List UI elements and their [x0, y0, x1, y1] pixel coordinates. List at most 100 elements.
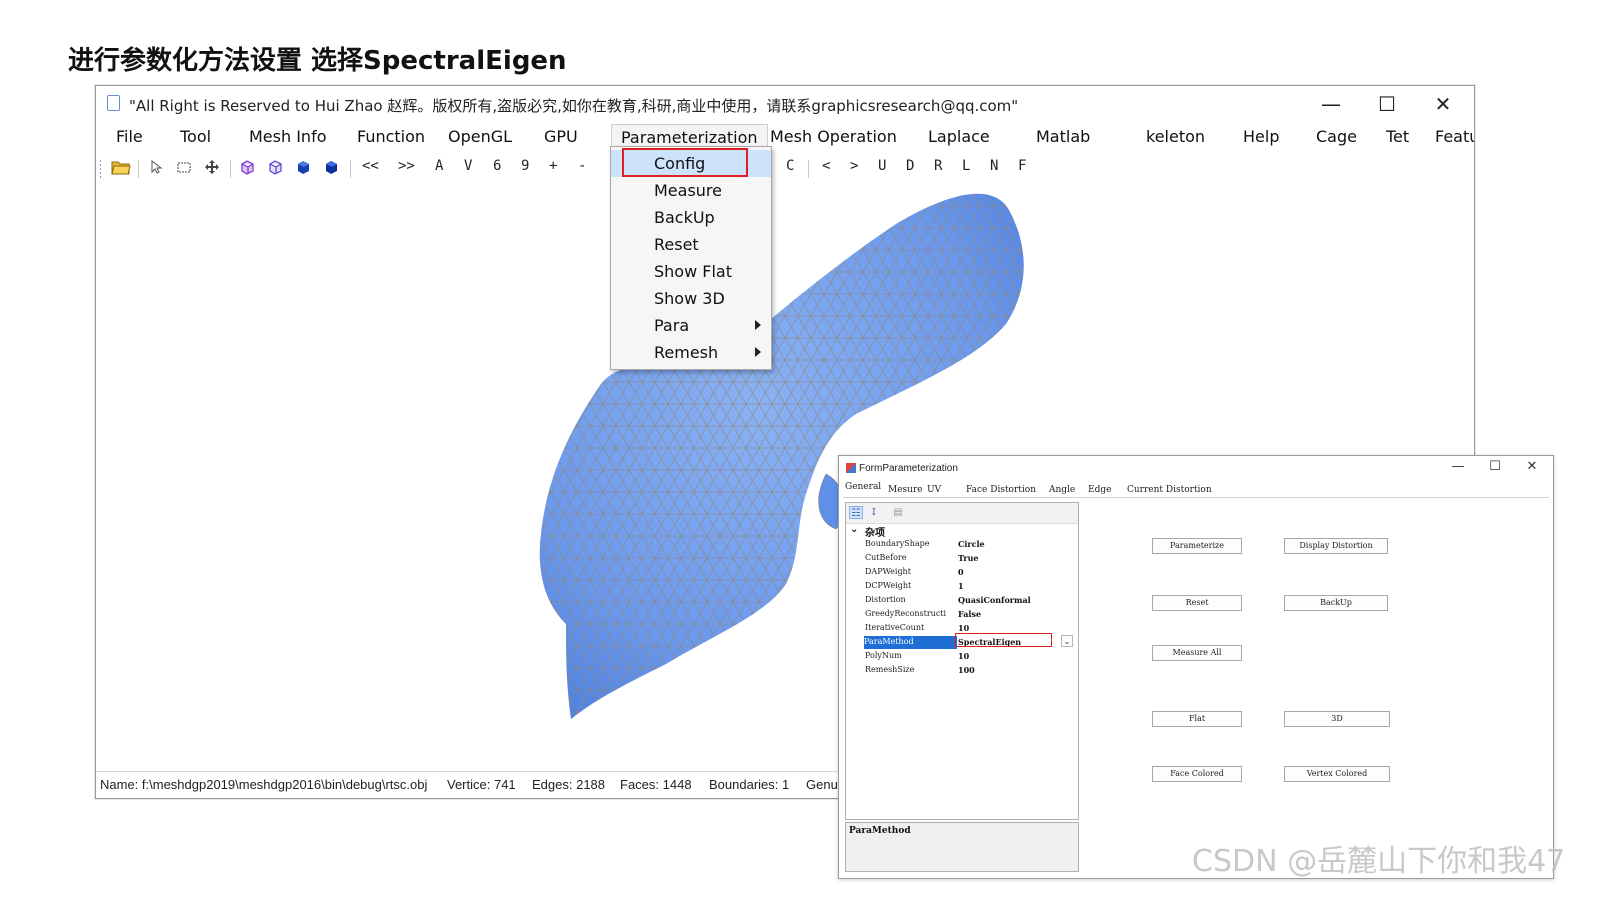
menu-help[interactable]: Help: [1243, 127, 1279, 146]
menu-item-show-flat[interactable]: Show Flat: [611, 258, 771, 285]
property-value[interactable]: False: [958, 609, 981, 619]
menu-item-reset[interactable]: Reset: [611, 231, 771, 258]
menu-function[interactable]: Function: [357, 127, 425, 146]
maximize-button[interactable]: ☐: [1364, 89, 1410, 119]
menu-mesh-operation[interactable]: Mesh Operation: [770, 127, 897, 146]
property-value[interactable]: 0: [958, 567, 964, 577]
property-value[interactable]: 1: [958, 581, 964, 591]
toolbar-v-button[interactable]: V: [464, 158, 472, 174]
toolbar-l-button[interactable]: L: [962, 158, 970, 174]
measure-all-button[interactable]: Measure All: [1152, 645, 1242, 661]
wire-cube-icon[interactable]: [267, 159, 283, 175]
menu-opengl[interactable]: OpenGL: [448, 127, 512, 146]
collapse-chevron-icon[interactable]: ⌄: [850, 524, 858, 535]
menu-item-measure[interactable]: Measure: [611, 177, 771, 204]
menu-gpu[interactable]: GPU: [544, 127, 578, 146]
property-value[interactable]: 10: [958, 623, 969, 633]
tab-current-distortion[interactable]: Current Distortion: [1127, 485, 1212, 495]
toolbar-gt-button[interactable]: >: [850, 158, 858, 174]
display-distortion-button[interactable]: Display Distortion: [1284, 538, 1388, 554]
property-row[interactable]: Distortion QuasiConformal: [846, 594, 1078, 608]
menu-file[interactable]: File: [116, 127, 143, 146]
tab-face-distortion[interactable]: Face Distortion: [966, 485, 1036, 495]
open-folder-icon[interactable]: [111, 159, 131, 175]
property-category[interactable]: ⌄ 杂项: [846, 524, 1078, 539]
menu-item-label: Remesh: [654, 343, 719, 362]
property-row[interactable]: PolyNum 10: [846, 650, 1078, 664]
menu-matlab[interactable]: Matlab: [1036, 127, 1090, 146]
tab-mesure[interactable]: Mesure: [888, 485, 923, 495]
menu-cage[interactable]: Cage: [1316, 127, 1357, 146]
prev-button[interactable]: <<: [362, 158, 379, 174]
chevron-down-icon[interactable]: ⌄: [1061, 635, 1073, 647]
toolbar-lt-button[interactable]: <: [822, 158, 830, 174]
solid-cube-icon[interactable]: [295, 159, 311, 175]
property-grid-toolbar: ☷ ↕ ▤: [846, 503, 1078, 524]
property-row[interactable]: DAPWeight 0: [846, 566, 1078, 580]
property-row[interactable]: BoundaryShape Circle: [846, 538, 1078, 552]
description-title: ParaMethod: [849, 826, 911, 836]
menu-tet[interactable]: Tet: [1386, 127, 1409, 146]
menu-item-backup[interactable]: BackUp: [611, 204, 771, 231]
property-row[interactable]: RemeshSize 100: [846, 664, 1078, 678]
property-row[interactable]: CutBefore True: [846, 552, 1078, 566]
toolbar-plus-button[interactable]: +: [549, 158, 557, 174]
property-value[interactable]: True: [958, 553, 979, 563]
rect-select-icon[interactable]: [176, 159, 192, 175]
menu-item-remesh[interactable]: Remesh: [611, 339, 771, 366]
flat-button[interactable]: Flat: [1152, 711, 1242, 727]
toolbar-f-button[interactable]: F: [1018, 158, 1026, 174]
property-row[interactable]: DCPWeight 1: [846, 580, 1078, 594]
next-button[interactable]: >>: [398, 158, 415, 174]
property-pages-icon[interactable]: ▤: [891, 506, 905, 519]
menu-item-label: Measure: [654, 181, 722, 200]
property-value[interactable]: 100: [958, 665, 975, 675]
parameterize-button[interactable]: Parameterize: [1152, 538, 1242, 554]
sort-alphabetical-icon[interactable]: ↕: [867, 506, 881, 519]
title-bar: "All Right is Reserved to Hui Zhao 赵辉。版权…: [96, 86, 1474, 122]
minimize-button[interactable]: —: [1308, 89, 1354, 119]
property-value[interactable]: QuasiConformal: [958, 595, 1031, 605]
menu-skeleton[interactable]: keleton: [1146, 127, 1205, 146]
toolbar-d-button[interactable]: D: [906, 158, 914, 174]
property-value[interactable]: 10: [958, 651, 969, 661]
backup-button[interactable]: BackUp: [1284, 595, 1388, 611]
close-button[interactable]: ✕: [1420, 89, 1466, 119]
menu-mesh-info[interactable]: Mesh Info: [249, 127, 327, 146]
select-arrow-icon[interactable]: [148, 159, 164, 175]
tab-uv[interactable]: UV: [927, 485, 941, 495]
property-value[interactable]: Circle: [958, 539, 985, 549]
tab-angle[interactable]: Angle: [1049, 485, 1075, 495]
toolbar-9-button[interactable]: 9: [521, 158, 529, 174]
menu-item-para[interactable]: Para: [611, 312, 771, 339]
toolbar-minus-button[interactable]: -: [578, 158, 586, 174]
solid-cube-icon[interactable]: [323, 159, 339, 175]
form-maximize-button[interactable]: ☐: [1480, 459, 1510, 477]
tab-edge[interactable]: Edge: [1088, 485, 1111, 495]
menu-feature[interactable]: Featu: [1435, 127, 1474, 146]
toolbar-u-button[interactable]: U: [878, 158, 886, 174]
categorized-icon[interactable]: ☷: [849, 506, 863, 519]
3d-button[interactable]: 3D: [1284, 711, 1390, 727]
vertex-colored-button[interactable]: Vertex Colored: [1284, 766, 1390, 782]
menu-item-label: Show 3D: [654, 289, 725, 308]
move-icon[interactable]: [204, 159, 220, 175]
toolbar-grip[interactable]: [100, 160, 101, 178]
toolbar-a-button[interactable]: A: [435, 158, 443, 174]
form-close-button[interactable]: ✕: [1517, 459, 1547, 477]
face-colored-button[interactable]: Face Colored: [1152, 766, 1242, 782]
property-row[interactable]: GreedyReconstructi False: [846, 608, 1078, 622]
status-file-name: Name: f:\meshdgp2019\meshdgp2016\bin\deb…: [100, 777, 428, 792]
reset-button[interactable]: Reset: [1152, 595, 1242, 611]
toolbar-c-button[interactable]: C: [786, 158, 794, 174]
menu-tool[interactable]: Tool: [180, 127, 211, 146]
wire-cube-icon[interactable]: [239, 159, 255, 175]
form-minimize-button[interactable]: —: [1443, 459, 1473, 477]
menu-item-show-3d[interactable]: Show 3D: [611, 285, 771, 312]
menu-laplace[interactable]: Laplace: [928, 127, 990, 146]
tab-general[interactable]: General: [845, 482, 882, 496]
toolbar-n-button[interactable]: N: [990, 158, 998, 174]
toolbar-r-button[interactable]: R: [934, 158, 942, 174]
toolbar-6-button[interactable]: 6: [493, 158, 501, 174]
property-name: BoundaryShape: [865, 539, 930, 548]
